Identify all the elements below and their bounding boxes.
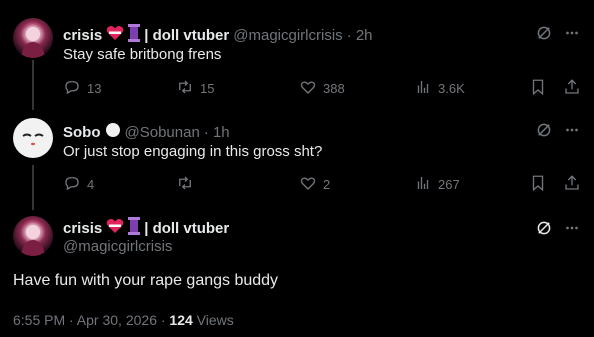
handle[interactable]: @magicgirlcrisis bbox=[63, 238, 172, 255]
retweet-count: 15 bbox=[200, 81, 215, 96]
like-icon bbox=[299, 78, 317, 99]
heart-badge-icon bbox=[106, 218, 124, 238]
time-ago[interactable]: · 1h bbox=[204, 124, 230, 141]
tweet-header: crisis | doll vtuber @magicgirlcrisis · … bbox=[63, 24, 373, 46]
action-bar: 13 15 388 3.6K bbox=[63, 78, 583, 98]
more-icon[interactable] bbox=[563, 219, 581, 242]
ribbon-spool-icon bbox=[128, 24, 141, 46]
more-icon[interactable] bbox=[563, 24, 581, 47]
views-count: 124 bbox=[169, 312, 193, 328]
avatar[interactable] bbox=[13, 118, 53, 158]
handle[interactable]: @Sobunan bbox=[125, 124, 200, 141]
views-count: 3.6K bbox=[438, 81, 465, 96]
more-icon[interactable] bbox=[563, 121, 581, 144]
like-button[interactable]: 2 bbox=[299, 174, 330, 195]
views-count: 267 bbox=[438, 177, 460, 192]
share-icon[interactable] bbox=[563, 78, 581, 99]
retweet-icon bbox=[176, 78, 194, 99]
display-suffix[interactable]: | doll vtuber bbox=[144, 220, 229, 237]
views-label: Views bbox=[196, 312, 234, 328]
white-circle-icon bbox=[105, 122, 121, 142]
reply-button[interactable]: 13 bbox=[63, 78, 101, 99]
tweet-header: crisis | doll vtuber bbox=[63, 217, 229, 239]
bookmark-icon[interactable] bbox=[529, 174, 547, 195]
display-name[interactable]: crisis bbox=[63, 220, 102, 237]
handle-row: @magicgirlcrisis bbox=[63, 238, 172, 255]
time-ago[interactable]: · 2h bbox=[347, 27, 373, 44]
tweet-2[interactable]: Sobo @Sobunan · 1h Or just stop engaging… bbox=[0, 110, 594, 210]
action-bar: 4 2 267 bbox=[63, 174, 583, 194]
bookmark-icon[interactable] bbox=[529, 78, 547, 99]
ribbon-spool-icon bbox=[128, 217, 141, 239]
handle[interactable]: @magicgirlcrisis bbox=[233, 27, 342, 44]
display-name[interactable]: crisis bbox=[63, 27, 102, 44]
reply-count: 4 bbox=[87, 177, 95, 192]
reply-count: 13 bbox=[87, 81, 102, 96]
share-icon[interactable] bbox=[563, 174, 581, 195]
like-button[interactable]: 388 bbox=[299, 78, 345, 99]
views-icon bbox=[414, 174, 432, 195]
tweet-header: Sobo @Sobunan · 1h bbox=[63, 122, 230, 142]
grok-icon[interactable] bbox=[535, 121, 553, 144]
views-icon bbox=[414, 78, 432, 99]
like-icon bbox=[299, 174, 317, 195]
like-count: 388 bbox=[323, 81, 345, 96]
retweet-icon bbox=[176, 174, 194, 195]
display-name[interactable]: Sobo bbox=[63, 124, 101, 141]
tweet-text: Or just stop engaging in this gross sht? bbox=[63, 143, 323, 160]
reply-button[interactable]: 4 bbox=[63, 174, 94, 195]
grok-icon[interactable] bbox=[535, 24, 553, 47]
views-button[interactable]: 267 bbox=[414, 174, 460, 195]
reply-icon bbox=[63, 174, 81, 195]
reply-icon bbox=[63, 78, 81, 99]
grok-icon[interactable] bbox=[535, 219, 553, 242]
main-tweet-text: Have fun with your rape gangs buddy bbox=[13, 272, 279, 289]
timestamp-row: 6:55 PM · Apr 30, 2026 · 124 Views bbox=[13, 312, 234, 328]
display-suffix[interactable]: | doll vtuber bbox=[144, 27, 229, 44]
views-button[interactable]: 3.6K bbox=[414, 78, 465, 99]
avatar[interactable] bbox=[13, 18, 53, 58]
heart-badge-icon bbox=[106, 25, 124, 45]
tweet-1[interactable]: crisis | doll vtuber @magicgirlcrisis · … bbox=[0, 0, 594, 110]
main-tweet: crisis | doll vtuber @magicgirlcrisis Ha… bbox=[0, 210, 594, 337]
retweet-button[interactable] bbox=[176, 174, 200, 195]
tweet-text: Stay safe britbong frens bbox=[63, 46, 222, 63]
like-count: 2 bbox=[323, 177, 331, 192]
retweet-button[interactable]: 15 bbox=[176, 78, 214, 99]
avatar[interactable] bbox=[13, 216, 53, 256]
timestamp[interactable]: 6:55 PM · Apr 30, 2026 · bbox=[13, 312, 166, 328]
